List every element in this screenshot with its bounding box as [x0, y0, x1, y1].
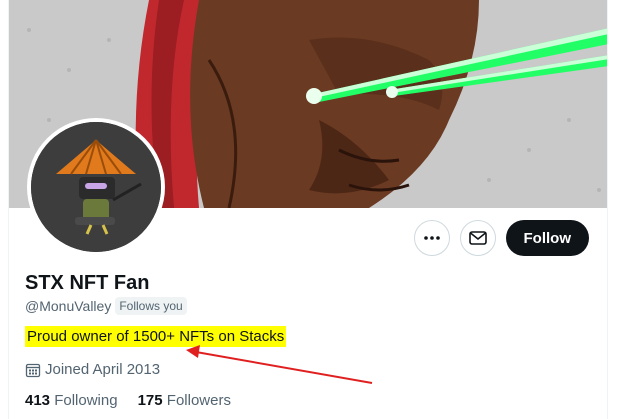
followers-link[interactable]: 175 Followers: [138, 392, 231, 409]
profile-page: Follow STX NFT Fan @MonuValley Follows y…: [8, 0, 608, 419]
calendar-icon: [25, 363, 41, 377]
more-button[interactable]: [413, 220, 450, 256]
follows-you-badge: Follows you: [115, 297, 187, 315]
joined-text: Joined April 2013: [45, 361, 161, 378]
profile-stats: 413 Following 175 Followers: [25, 392, 231, 409]
more-icon: [423, 236, 440, 240]
profile-bio: Proud owner of 1500+ NFTs on Stacks: [25, 326, 287, 347]
joined-date: Joined April 2013: [25, 361, 160, 378]
handle-row: @MonuValley Follows you: [25, 297, 187, 315]
following-count: 413: [25, 392, 51, 409]
followers-label: Followers: [166, 392, 231, 409]
following-label: Following: [54, 392, 118, 409]
follow-button[interactable]: Follow: [505, 220, 589, 256]
followers-count: 175: [137, 392, 163, 409]
following-link[interactable]: 413 Following: [25, 392, 118, 409]
profile-name: STX NFT Fan: [25, 272, 150, 294]
avatar[interactable]: [27, 118, 165, 256]
profile-actions: Follow: [413, 220, 589, 256]
profile-handle: @MonuValley: [25, 298, 112, 314]
mail-icon: [468, 231, 487, 245]
avatar-image: [31, 122, 161, 252]
message-button[interactable]: [459, 220, 496, 256]
